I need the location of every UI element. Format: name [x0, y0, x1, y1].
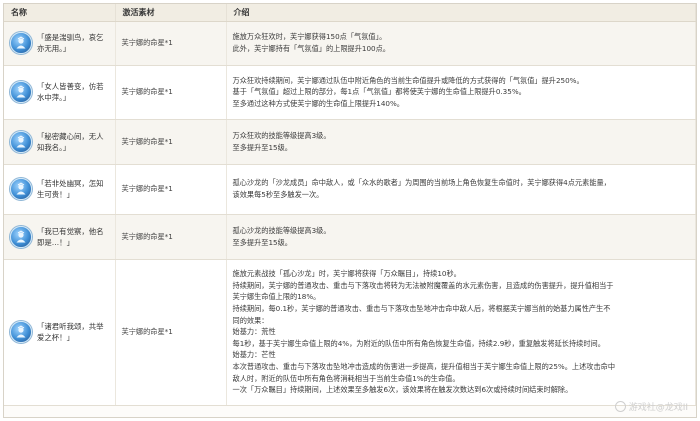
constellation-icon — [10, 130, 32, 153]
constellation-name: 「我已有觉察，他名即是…！」 — [37, 226, 104, 247]
description-line: 持续期间，芙宁娜的普通攻击、重击与下落攻击将转为无法被附魔覆盖的水元素伤害，且造… — [232, 280, 614, 290]
description-line: 同的效果： — [232, 315, 269, 325]
header-name: 名称 — [4, 4, 116, 22]
constellation-name-cell: 「若非处幽冥，怎知生可贵！」 — [4, 164, 116, 215]
description-line: 万众狂欢持续期间，芙宁娜通过队伍中附近角色的当前生命值提升或降低的方式获得的「气… — [232, 75, 584, 85]
table-row: 「盛是湍驯鸟，哀乞亦无用。」 芙宁娜的命星*1 施放万众狂欢时，芙宁娜获得150点「… — [4, 21, 696, 66]
constellation-icon — [10, 81, 32, 103]
description-line: 持续期间，每0.1秒，芙宁娜的普通攻击、重击与下落攻击坠地冲击命中敌人后，将根据… — [232, 304, 611, 314]
constellation-name: 「女人皆善变，仿若水中萍。」 — [37, 82, 104, 102]
activation-material: 芙宁娜的命星*1 — [115, 119, 227, 165]
constellation-name-cell: 「诸君听我颂，共举爱之杯！」 — [4, 259, 116, 406]
constellation-name: 「秘密藏心间，无人知我名。」 — [37, 131, 104, 152]
description-line: 至多提升至15级。 — [232, 237, 292, 247]
constellation-table: 名称 激活素材 介绍 「盛是湍驯鸟，哀乞亦无用。」 芙宁娜的命星*1 施放万众狂欢时… — [4, 4, 696, 406]
constellation-name: 「若非处幽冥，怎知生可贵！」 — [37, 179, 104, 199]
constellation-icon — [10, 178, 32, 200]
activation-material: 芙宁娜的命星*1 — [115, 65, 227, 120]
description-line: 始基力：芒性 — [232, 350, 276, 360]
constellation-name-cell: 「我已有觉察，他名即是…！」 — [4, 214, 116, 260]
constellation-description: 万众狂欢持续期间，芙宁娜通过队伍中附近角色的当前生命值提升或降低的方式获得的「气… — [226, 65, 696, 120]
description-line: 万众狂欢的技能等级提高3级。 — [232, 130, 331, 140]
constellation-name-cell: 「女人皆善变，仿若水中萍。」 — [4, 65, 116, 120]
constellation-description: 施放万众狂欢时，芙宁娜获得150点「气氛值」。 此外，芙宁娜持有「气氛值」的上限提… — [226, 21, 696, 66]
table-header-row: 名称 激活素材 介绍 — [4, 4, 696, 22]
constellation-name-cell: 「盛是湍驯鸟，哀乞亦无用。」 — [4, 21, 116, 66]
constellation-name-cell: 「秘密藏心间，无人知我名。」 — [4, 119, 116, 165]
table-row: 「我已有觉察，他名即是…！」 芙宁娜的命星*1 孤心沙龙的技能等级提高3级。 至多提升… — [4, 214, 696, 260]
watermark-text: 游戏社@龙戏II — [628, 403, 688, 413]
description-line: 一次「万众瞩目」持续期间，上述效果至多触发6次，该效果将在触发次数达到6次或持续… — [232, 385, 573, 395]
constellation-description: 孤心沙龙的「沙龙成员」命中敌人，或「众水的歌者」为周围的当前场上角色恢复生命值时… — [226, 164, 696, 215]
description-line: 孤心沙龙的「沙龙成员」命中敌人，或「众水的歌者」为周围的当前场上角色恢复生命值时… — [232, 178, 611, 188]
description-line: 此外，芙宁娜持有「气氛值」的上限提升100点。 — [232, 44, 390, 53]
constellation-icon — [10, 225, 32, 248]
description-line: 孤心沙龙的技能等级提高3级。 — [232, 225, 331, 235]
constellation-description: 孤心沙龙的技能等级提高3级。 至多提升至15级。 — [226, 214, 696, 260]
watermark-logo-icon — [614, 401, 626, 412]
description-line: 始基力：荒性 — [232, 327, 276, 337]
table-row: 「女人皆善变，仿若水中萍。」 芙宁娜的命星*1 万众狂欢持续期间，芙宁娜通过队伍中附… — [4, 65, 696, 120]
activation-material: 芙宁娜的命星*1 — [115, 164, 227, 215]
constellation-description: 施放元素战技「孤心沙龙」时，芙宁娜将获得「万众瞩目」，持续10秒。 持续期间，芙宁… — [226, 259, 696, 406]
description-line: 施放万众狂欢时，芙宁娜获得150点「气氛值」。 — [232, 32, 387, 42]
description-line: 至多提升至15级。 — [232, 142, 292, 152]
table-row: 「若非处幽冥，怎知生可贵！」 芙宁娜的命星*1 孤心沙龙的「沙龙成员」命中敌人，或「… — [4, 164, 696, 215]
table-row: 「秘密藏心间，无人知我名。」 芙宁娜的命星*1 万众狂欢的技能等级提高3级。 至多提升… — [4, 119, 696, 165]
activation-material: 芙宁娜的命星*1 — [115, 21, 227, 66]
description-line: 基于「气氛值」超过上限的部分，每1点「气氛值」都将使芙宁娜的生命值上限提升0.3… — [232, 87, 526, 97]
constellation-icon — [10, 321, 32, 343]
constellation-name: 「盛是湍驯鸟，哀乞亦无用。」 — [37, 33, 104, 53]
description-line: 每1秒，基于芙宁娜生命值上限的4%，为附近的队伍中所有角色恢复生命值，持续2.9… — [232, 338, 605, 348]
description-line: 施放元素战技「孤心沙龙」时，芙宁娜将获得「万众瞩目」，持续10秒。 — [232, 269, 461, 279]
description-line: 至多通过这种方式使芙宁娜的生命值上限提升140%。 — [232, 98, 405, 108]
constellation-name: 「诸君听我颂，共举爱之杯！」 — [37, 322, 104, 342]
description-line: 敌人时，附近的队伍中所有角色将消耗相当于当前生命值1%的生命值。 — [232, 373, 460, 383]
constellation-table-container: 名称 激活素材 介绍 「盛是湍驯鸟，哀乞亦无用。」 芙宁娜的命星*1 施放万众狂欢时… — [3, 3, 697, 418]
header-intro: 介绍 — [226, 4, 696, 22]
watermark: 游戏社@龙戏II — [614, 400, 688, 413]
table-row: 「诸君听我颂，共举爱之杯！」 芙宁娜的命星*1 施放元素战技「孤心沙龙」时，芙宁娜将… — [4, 259, 696, 406]
header-material: 激活素材 — [115, 4, 227, 22]
description-line: 该效果每5秒至多触发一次。 — [232, 190, 324, 199]
constellation-icon — [10, 32, 32, 54]
description-line: 本次普通攻击、重击与下落攻击坠地冲击造成的伤害进一步提高，提升值相当于芙宁娜生命… — [232, 361, 616, 371]
activation-material: 芙宁娜的命星*1 — [115, 214, 227, 260]
constellation-description: 万众狂欢的技能等级提高3级。 至多提升至15级。 — [226, 119, 696, 165]
description-line: 芙宁娜生命值上限的18%。 — [232, 292, 321, 302]
activation-material: 芙宁娜的命星*1 — [115, 259, 227, 406]
